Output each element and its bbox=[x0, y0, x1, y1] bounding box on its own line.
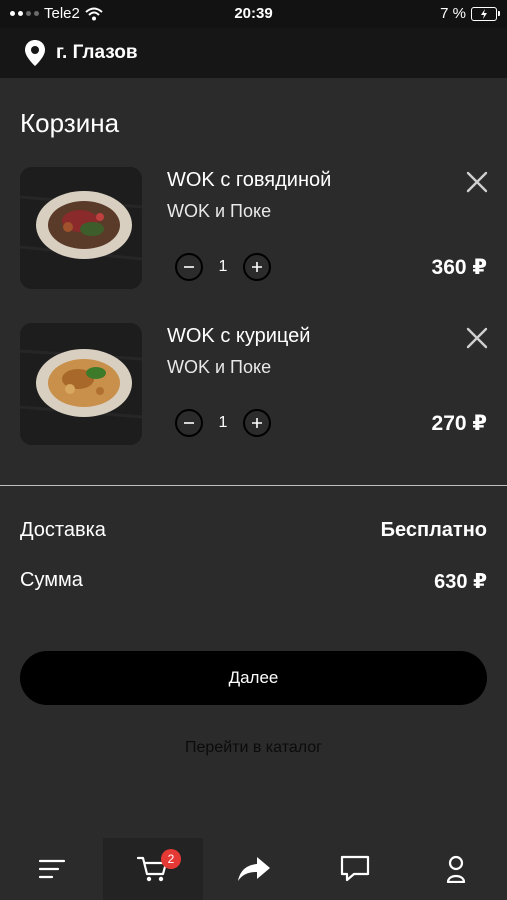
chat-icon bbox=[340, 855, 370, 882]
item-category: WOK и Поке bbox=[167, 201, 272, 221]
plus-icon bbox=[252, 262, 262, 272]
close-icon[interactable] bbox=[464, 325, 490, 351]
divider bbox=[0, 485, 507, 486]
plus-icon bbox=[252, 418, 262, 428]
quantity-stepper: 1 bbox=[175, 409, 271, 437]
cart-item: WOK с говядиной WOK и Поке 1 360 ₽ bbox=[0, 167, 507, 297]
share-icon bbox=[238, 857, 270, 881]
total-row: Сумма 630 ₽ bbox=[20, 569, 487, 594]
menu-icon bbox=[38, 859, 66, 879]
quantity-stepper: 1 bbox=[175, 253, 271, 281]
chicken-wok-dish-photo bbox=[20, 323, 142, 445]
tab-share[interactable] bbox=[204, 838, 304, 900]
decrease-button[interactable] bbox=[175, 253, 203, 281]
tab-chat[interactable] bbox=[305, 838, 405, 900]
item-name: WOK с курицей bbox=[167, 325, 311, 347]
increase-button[interactable] bbox=[243, 409, 271, 437]
item-price: 270 ₽ bbox=[431, 412, 487, 435]
profile-icon bbox=[446, 855, 466, 883]
cart-badge: 2 bbox=[161, 849, 181, 869]
total-value: 630 ₽ bbox=[434, 571, 487, 593]
tab-menu[interactable] bbox=[2, 838, 102, 900]
city-name: г. Глазов bbox=[56, 42, 138, 63]
delivery-value: Бесплатно bbox=[380, 519, 487, 541]
clock: 20:39 bbox=[234, 5, 273, 22]
tab-profile[interactable] bbox=[406, 838, 506, 900]
close-icon[interactable] bbox=[464, 169, 490, 195]
increase-button[interactable] bbox=[243, 253, 271, 281]
battery-percent: 7 % bbox=[440, 5, 466, 22]
delivery-row: Доставка Бесплатно bbox=[20, 519, 487, 542]
item-name: WOK с говядиной bbox=[167, 169, 332, 191]
item-price: 360 ₽ bbox=[431, 256, 487, 279]
minus-icon bbox=[184, 422, 194, 424]
tab-cart[interactable]: 2 bbox=[103, 838, 203, 900]
decrease-button[interactable] bbox=[175, 409, 203, 437]
minus-icon bbox=[184, 266, 194, 268]
quantity-value: 1 bbox=[218, 414, 228, 431]
beef-wok-dish-photo bbox=[20, 167, 142, 289]
next-button[interactable]: Далее bbox=[20, 651, 487, 705]
item-category: WOK и Поке bbox=[167, 357, 272, 377]
status-right: 7 % bbox=[440, 5, 500, 22]
catalog-link[interactable]: Перейти в каталог bbox=[0, 739, 507, 757]
location-bar[interactable]: г. Глазов bbox=[0, 28, 507, 78]
cart-item: WOK с курицей WOK и Поке 1 270 ₽ bbox=[0, 323, 507, 453]
quantity-value: 1 bbox=[218, 258, 228, 275]
status-bar: Tele2 20:39 7 % bbox=[0, 0, 507, 28]
tab-bar: 2 bbox=[0, 838, 507, 900]
page-title: Корзина bbox=[20, 108, 120, 138]
map-pin-icon bbox=[25, 40, 45, 66]
delivery-label: Доставка bbox=[20, 519, 106, 541]
battery-charging-icon bbox=[471, 6, 500, 21]
total-label: Сумма bbox=[20, 569, 83, 591]
